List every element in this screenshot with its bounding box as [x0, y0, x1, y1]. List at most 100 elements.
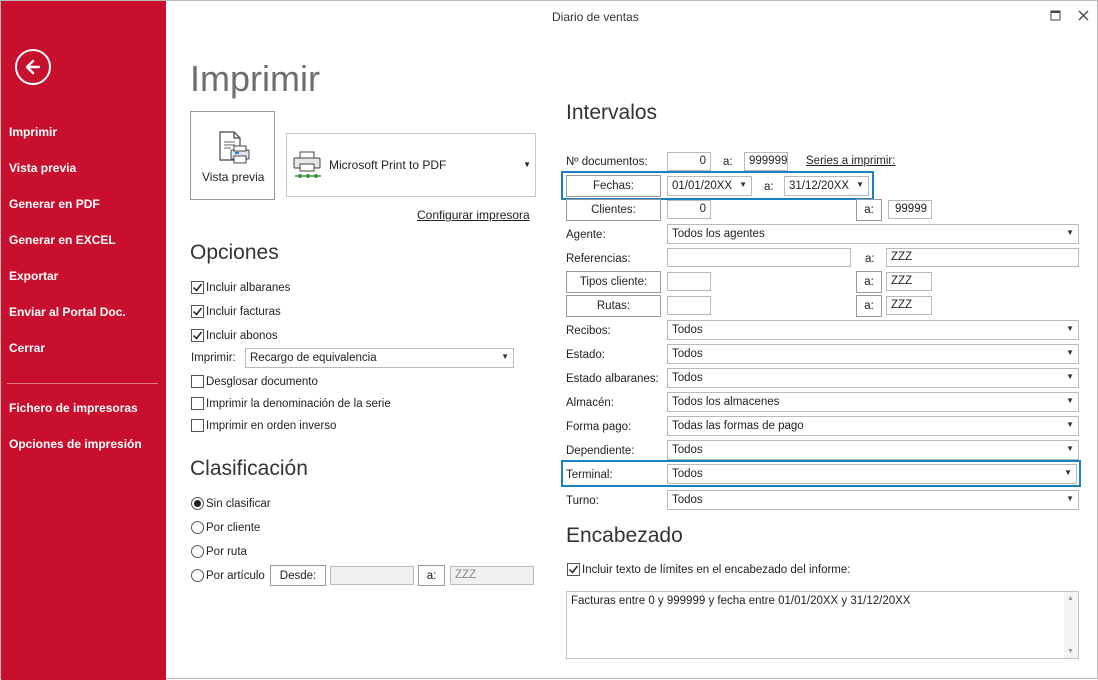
por-articulo-radio[interactable]	[191, 569, 204, 582]
rutas-button[interactable]: Rutas:	[566, 295, 661, 317]
sidebar-item-fichero-impresoras[interactable]: Fichero de impresoras	[9, 401, 138, 415]
imprimir-select[interactable]: Recargo de equivalencia ▼	[245, 348, 514, 368]
documentos-a-label: a:	[723, 156, 733, 168]
series-link[interactable]: Series a imprimir:	[806, 155, 895, 167]
sidebar-item-generar-pdf[interactable]: Generar en PDF	[9, 197, 100, 211]
almacen-select[interactable]: Todos los almacenes ▼	[667, 392, 1079, 412]
clientes-to-input[interactable]: 99999	[888, 200, 932, 219]
desglosar-label: Desglosar documento	[206, 376, 318, 388]
desde-input[interactable]	[330, 566, 414, 585]
sidebar-item-exportar[interactable]: Exportar	[9, 269, 58, 283]
window-title: Diario de ventas	[552, 10, 639, 24]
incluir-abonos-label: Incluir abonos	[206, 330, 278, 342]
sidebar-item-cerrar[interactable]: Cerrar	[9, 341, 45, 355]
chevron-down-icon: ▼	[1066, 324, 1074, 333]
intervalos-title: Intervalos	[566, 101, 658, 124]
close-button[interactable]	[1075, 7, 1091, 23]
documentos-to-input[interactable]: 999999	[744, 152, 788, 171]
articulo-hasta-input[interactable]: ZZZ	[450, 566, 534, 585]
sidebar-item-enviar-portal[interactable]: Enviar al Portal Doc.	[9, 305, 126, 319]
page-title: Imprimir	[190, 58, 320, 99]
tipos-cliente-from-input[interactable]	[667, 272, 711, 291]
rutas-from-input[interactable]	[667, 296, 711, 315]
encabezado-checkbox-label: Incluir texto de límites en el encabezad…	[582, 564, 851, 576]
sidebar-item-opciones-impresion[interactable]: Opciones de impresión	[9, 437, 142, 451]
clientes-a-button[interactable]: a:	[856, 199, 882, 221]
sidebar: Imprimir Vista previa Generar en PDF Gen…	[1, 1, 166, 680]
turno-select[interactable]: Todos ▼	[667, 490, 1079, 510]
por-articulo-label: Por artículo	[206, 570, 265, 582]
estado-value: Todos	[672, 348, 703, 360]
sidebar-item-vista-previa[interactable]: Vista previa	[9, 161, 76, 175]
maximize-icon	[1050, 10, 1060, 20]
denominacion-serie-label: Imprimir la denominación de la serie	[206, 398, 391, 410]
forma-pago-label: Forma pago:	[566, 421, 632, 433]
estado-select[interactable]: Todos ▼	[667, 344, 1079, 364]
incluir-albaranes-checkbox[interactable]	[191, 281, 204, 294]
sidebar-item-generar-excel[interactable]: Generar en EXCEL	[9, 233, 116, 247]
sidebar-item-imprimir[interactable]: Imprimir	[9, 125, 57, 139]
dependiente-select[interactable]: Todos ▼	[667, 440, 1079, 460]
preview-button[interactable]: Vista previa	[190, 111, 275, 200]
clientes-from-input[interactable]: 0	[667, 200, 711, 219]
referencias-from-input[interactable]	[667, 248, 851, 267]
checkmark-icon	[568, 565, 579, 574]
articulo-a-button[interactable]: a:	[418, 565, 445, 586]
checkmark-icon	[192, 331, 203, 340]
dependiente-label: Dependiente:	[566, 445, 635, 457]
recibos-value: Todos	[672, 324, 703, 336]
agente-value: Todos los agentes	[672, 228, 765, 240]
sin-clasificar-radio[interactable]	[191, 497, 204, 510]
orden-inverso-label: Imprimir en orden inverso	[206, 420, 337, 432]
configure-printer-link[interactable]: Configurar impresora	[417, 208, 530, 222]
chevron-down-icon: ▼	[523, 160, 531, 169]
encabezado-checkbox[interactable]	[567, 563, 580, 576]
recibos-select[interactable]: Todos ▼	[667, 320, 1079, 340]
encabezado-textarea[interactable]: Facturas entre 0 y 999999 y fecha entre …	[566, 591, 1079, 659]
printer-select[interactable]: Microsoft Print to PDF ▼	[286, 133, 536, 197]
tipos-cliente-to-input[interactable]: ZZZ	[886, 272, 932, 291]
incluir-abonos-checkbox[interactable]	[191, 329, 204, 342]
imprimir-select-value: Recargo de equivalencia	[250, 352, 377, 364]
dependiente-value: Todos	[672, 444, 703, 456]
desglosar-checkbox[interactable]	[191, 375, 204, 388]
desde-button[interactable]: Desde:	[270, 565, 326, 586]
maximize-button[interactable]	[1047, 7, 1063, 23]
forma-pago-select[interactable]: Todas las formas de pago ▼	[667, 416, 1079, 436]
back-button[interactable]	[15, 49, 51, 85]
incluir-facturas-label: Incluir facturas	[206, 306, 281, 318]
chevron-down-icon: ▼	[856, 180, 864, 189]
por-cliente-label: Por cliente	[206, 522, 261, 534]
terminal-select[interactable]: Todos ▼	[667, 464, 1077, 484]
rutas-to-input[interactable]: ZZZ	[886, 296, 932, 315]
checkmark-icon	[192, 307, 203, 316]
scrollbar[interactable]: ▲ ▼	[1064, 592, 1078, 658]
estado-label: Estado:	[566, 349, 605, 361]
estado-albaranes-select[interactable]: Todos ▼	[667, 368, 1079, 388]
fecha-from-value: 01/01/20XX	[672, 180, 733, 192]
clientes-button[interactable]: Clientes:	[566, 199, 661, 221]
scroll-up-icon[interactable]: ▲	[1067, 595, 1074, 602]
por-cliente-radio[interactable]	[191, 521, 204, 534]
clasificacion-title: Clasificación	[190, 457, 308, 480]
denominacion-serie-checkbox[interactable]	[191, 397, 204, 410]
fecha-to-select[interactable]: 31/12/20XX ▼	[784, 176, 869, 196]
incluir-facturas-checkbox[interactable]	[191, 305, 204, 318]
referencias-to-input[interactable]: ZZZ	[886, 248, 1079, 267]
tipos-cliente-button[interactable]: Tipos cliente:	[566, 271, 661, 293]
por-ruta-radio[interactable]	[191, 545, 204, 558]
chevron-down-icon: ▼	[1066, 494, 1074, 503]
agente-select[interactable]: Todos los agentes ▼	[667, 224, 1079, 244]
orden-inverso-checkbox[interactable]	[191, 419, 204, 432]
close-icon	[1078, 10, 1088, 20]
arrow-left-icon	[25, 59, 41, 75]
scroll-down-icon[interactable]: ▼	[1067, 648, 1074, 655]
rutas-a-button[interactable]: a:	[856, 295, 882, 317]
referencias-a-label: a:	[865, 253, 875, 265]
chevron-down-icon: ▼	[501, 352, 509, 361]
fechas-button[interactable]: Fechas:	[566, 175, 661, 197]
tipos-cliente-a-button[interactable]: a:	[856, 271, 882, 293]
fecha-from-select[interactable]: 01/01/20XX ▼	[667, 176, 752, 196]
documentos-from-input[interactable]: 0	[667, 152, 711, 171]
radio-dot	[194, 500, 201, 507]
